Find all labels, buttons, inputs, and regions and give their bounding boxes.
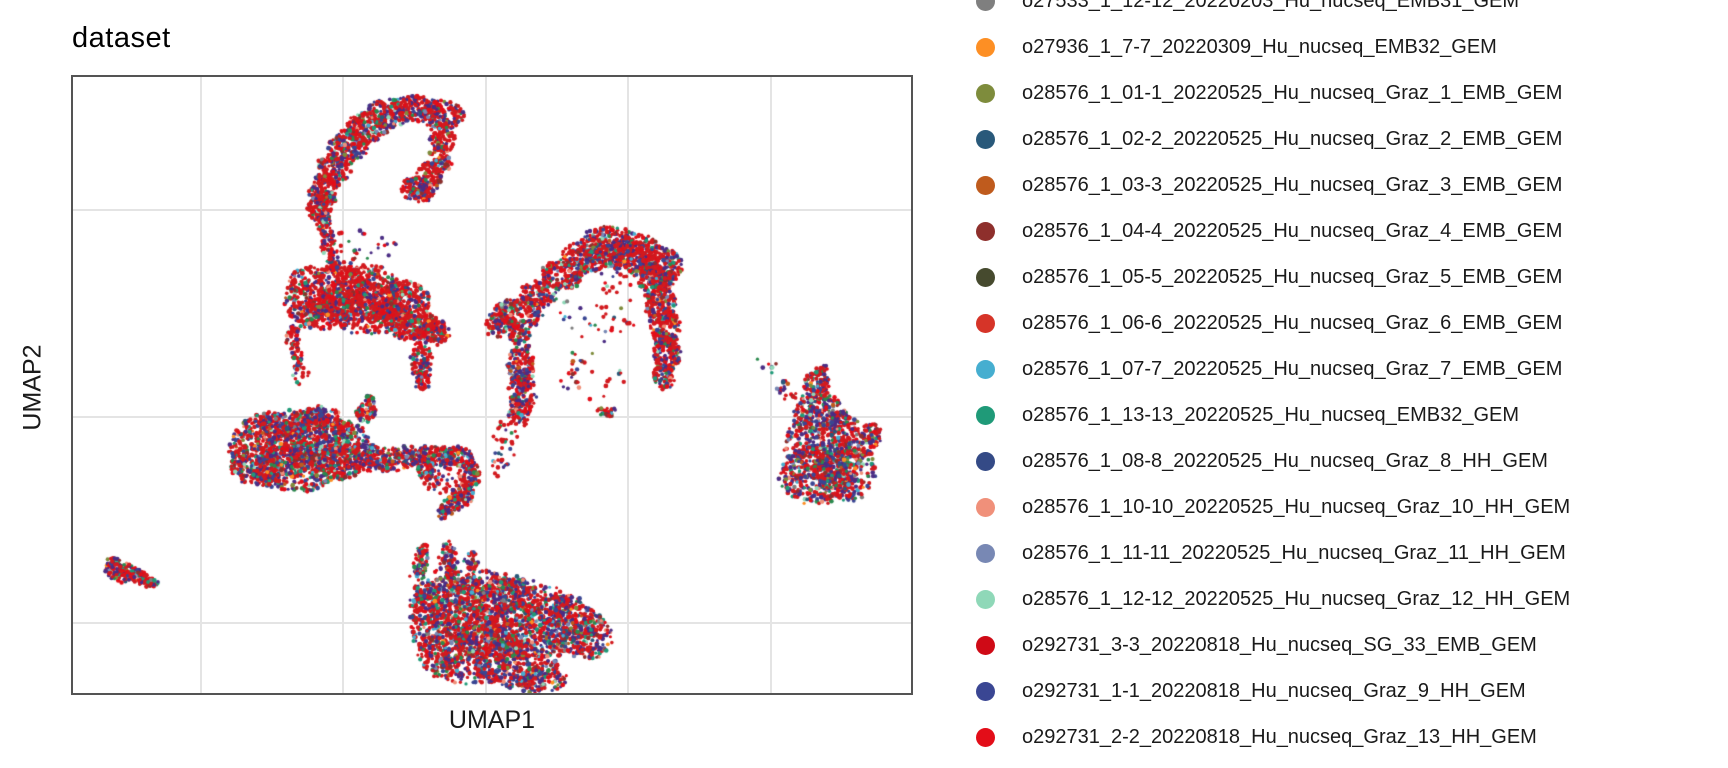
legend-item: o28576_1_08-8_20220525_Hu_nucseq_Graz_8_… (966, 438, 1586, 484)
legend-label: o28576_1_02-2_20220525_Hu_nucseq_Graz_2_… (1022, 128, 1562, 151)
legend-label: o28576_1_08-8_20220525_Hu_nucseq_Graz_8_… (1022, 450, 1548, 473)
legend-color-dot (976, 452, 995, 471)
legend-label: o28576_1_05-5_20220525_Hu_nucseq_Graz_5_… (1022, 266, 1562, 289)
plot-panel (71, 75, 913, 695)
legend-item: o27533_1_12-12_20220203_Hu_nucseq_EMB31_… (966, 0, 1586, 24)
legend-color-dot (976, 544, 995, 563)
legend-item: o28576_1_10-10_20220525_Hu_nucseq_Graz_1… (966, 484, 1586, 530)
legend-item: o28576_1_07-7_20220525_Hu_nucseq_Graz_7_… (966, 346, 1586, 392)
legend-item: o292731_1-1_20220818_Hu_nucseq_Graz_9_HH… (966, 668, 1586, 714)
legend-label: o28576_1_06-6_20220525_Hu_nucseq_Graz_6_… (1022, 312, 1562, 335)
legend-item: o28576_1_04-4_20220525_Hu_nucseq_Graz_4_… (966, 208, 1586, 254)
legend-label: o27533_1_12-12_20220203_Hu_nucseq_EMB31_… (1022, 0, 1519, 13)
y-axis-label: UMAP2 (19, 328, 48, 448)
legend-color-dot (976, 130, 995, 149)
legend-label: o28576_1_04-4_20220525_Hu_nucseq_Graz_4_… (1022, 220, 1562, 243)
legend-color-dot (976, 314, 995, 333)
legend-label: o28576_1_13-13_20220525_Hu_nucseq_EMB32_… (1022, 404, 1519, 427)
legend-label: o292731_2-2_20220818_Hu_nucseq_Graz_13_H… (1022, 726, 1537, 749)
legend-color-dot (976, 682, 995, 701)
legend-label: o28576_1_03-3_20220525_Hu_nucseq_Graz_3_… (1022, 174, 1562, 197)
legend-item: o28576_1_05-5_20220525_Hu_nucseq_Graz_5_… (966, 254, 1586, 300)
legend-color-dot (976, 498, 995, 517)
legend-label: o28576_1_07-7_20220525_Hu_nucseq_Graz_7_… (1022, 358, 1562, 381)
legend-item: o292731_3-3_20220818_Hu_nucseq_SG_33_EMB… (966, 622, 1586, 668)
legend-item: o28576_1_06-6_20220525_Hu_nucseq_Graz_6_… (966, 300, 1586, 346)
legend-item: o28576_1_13-13_20220525_Hu_nucseq_EMB32_… (966, 392, 1586, 438)
legend-label: o292731_1-1_20220818_Hu_nucseq_Graz_9_HH… (1022, 680, 1526, 703)
legend-color-dot (976, 38, 995, 57)
x-axis-label: UMAP1 (71, 706, 913, 735)
legend-label: o292731_3-3_20220818_Hu_nucseq_SG_33_EMB… (1022, 634, 1537, 657)
legend-color-dot (976, 0, 995, 11)
legend-item: o28576_1_01-1_20220525_Hu_nucseq_Graz_1_… (966, 70, 1586, 116)
legend-label: o28576_1_12-12_20220525_Hu_nucseq_Graz_1… (1022, 588, 1570, 611)
legend-item: o28576_1_11-11_20220525_Hu_nucseq_Graz_1… (966, 530, 1586, 576)
legend-label: o27936_1_7-7_20220309_Hu_nucseq_EMB32_GE… (1022, 36, 1497, 59)
legend-item: o28576_1_12-12_20220525_Hu_nucseq_Graz_1… (966, 576, 1586, 622)
legend-label: o28576_1_11-11_20220525_Hu_nucseq_Graz_1… (1022, 542, 1566, 565)
legend: o27533_1_12-12_20220203_Hu_nucseq_EMB31_… (966, 0, 1586, 760)
legend-color-dot (976, 360, 995, 379)
legend-label: o28576_1_01-1_20220525_Hu_nucseq_Graz_1_… (1022, 82, 1562, 105)
legend-color-dot (976, 728, 995, 747)
plot-title: dataset (72, 22, 171, 55)
umap-scatter-canvas (73, 77, 911, 693)
legend-item: o28576_1_02-2_20220525_Hu_nucseq_Graz_2_… (966, 116, 1586, 162)
legend-item: o292731_2-2_20220818_Hu_nucseq_Graz_13_H… (966, 714, 1586, 760)
legend-item: o27936_1_7-7_20220309_Hu_nucseq_EMB32_GE… (966, 24, 1586, 70)
legend-color-dot (976, 590, 995, 609)
legend-color-dot (976, 406, 995, 425)
legend-color-dot (976, 636, 995, 655)
legend-item: o28576_1_03-3_20220525_Hu_nucseq_Graz_3_… (966, 162, 1586, 208)
legend-color-dot (976, 222, 995, 241)
legend-color-dot (976, 268, 995, 287)
legend-label: o28576_1_10-10_20220525_Hu_nucseq_Graz_1… (1022, 496, 1570, 519)
legend-color-dot (976, 84, 995, 103)
legend-color-dot (976, 176, 995, 195)
